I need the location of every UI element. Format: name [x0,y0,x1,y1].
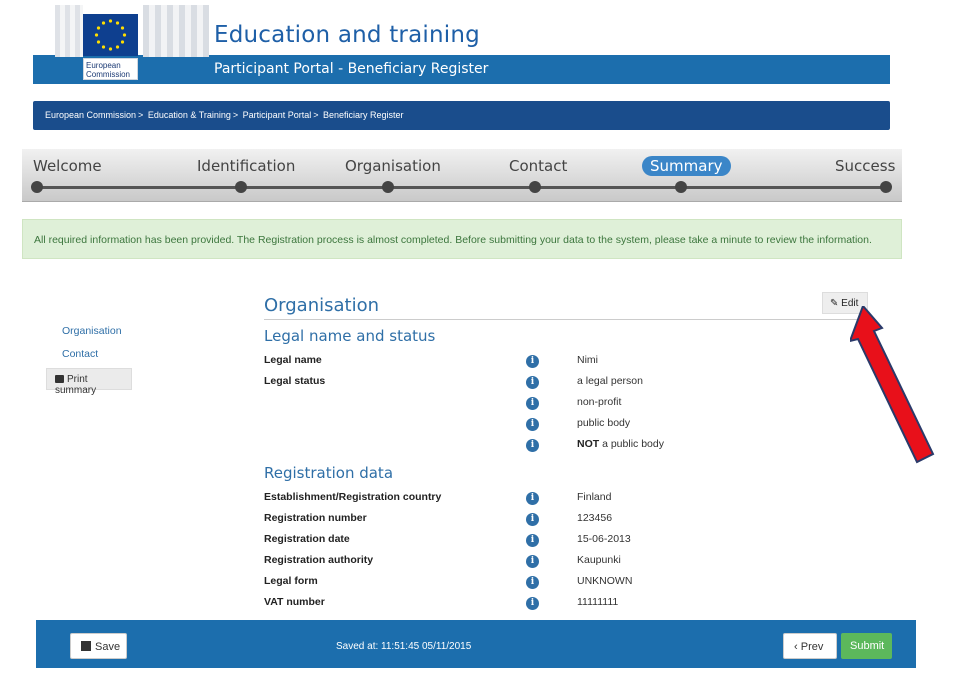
step-dot [31,181,43,193]
registration-section-title: Registration data [264,464,394,482]
info-icon[interactable]: i [526,555,539,568]
info-icon[interactable]: i [526,397,539,410]
print-summary-button[interactable]: Print summary [46,368,132,396]
printer-icon [55,375,64,383]
site-subtitle: Participant Portal - Beneficiary Registe… [214,61,489,77]
info-icon[interactable]: i [526,376,539,389]
step-welcome[interactable]: Welcome [33,157,102,175]
field-label: VAT number [264,596,325,608]
prev-label: Prev [800,641,824,653]
logo-stripes-left [55,5,83,57]
action-footer: Save Saved at: 11:51:45 05/11/2015 ‹ Pre… [36,620,916,668]
step-identification[interactable]: Identification [197,157,295,175]
save-button[interactable]: Save [70,633,127,659]
submit-button[interactable]: Submit [841,633,892,659]
breadcrumb-separator: > [232,110,239,120]
prev-button[interactable]: ‹ Prev [783,633,837,659]
field-label: Legal form [264,575,318,587]
field-value: Finland [577,491,612,503]
step-contact[interactable]: Contact [509,157,567,175]
step-organisation[interactable]: Organisation [345,157,441,175]
field-value: 11111111 [577,596,619,608]
info-icon[interactable]: i [526,576,539,589]
saved-status: Saved at: 11:51:45 05/11/2015 [336,641,472,652]
field-label: Establishment/Registration country [264,491,442,503]
info-icon[interactable]: i [526,534,539,547]
field-label: Legal name [264,354,322,366]
site-title: Education and training [214,22,480,48]
breadcrumb-separator: > [313,110,319,120]
field-value-emphasis: NOT [577,438,600,450]
field-value: non-profit [577,396,622,408]
logo-text-line2: Commission [86,70,131,79]
breadcrumb: European Commission > Education & Trainin… [33,101,890,130]
logo-text: European Commission [83,58,138,80]
field-value: UNKNOWN [577,575,633,587]
step-success[interactable]: Success [835,157,895,175]
site-header: European Commission Education and traini… [33,0,890,85]
field-label: Legal status [264,375,326,387]
field-label: Registration date [264,533,350,545]
field-value: Nimi [577,354,598,366]
legal-section-title: Legal name and status [264,327,436,345]
field-value: NOT a public body [577,438,664,450]
logo-stripes-right [143,5,209,57]
annotation-arrow-icon [850,306,935,464]
floppy-disk-icon [81,641,91,651]
field-label: Registration authority [264,554,374,566]
chevron-left-icon: ‹ [794,641,798,653]
info-icon[interactable]: i [526,439,539,452]
breadcrumb-item[interactable]: Education & Training [148,110,231,120]
field-value: 15-06-2013 [577,533,631,545]
field-value: 123456 [577,512,613,524]
wizard-steps: Welcome Identification Organisation Cont… [22,149,902,202]
sidebar-link-organisation[interactable]: Organisation [62,325,122,337]
steps-track [36,186,886,189]
step-dot [675,181,687,193]
info-icon[interactable]: i [526,513,539,526]
field-value: Kaupunki [577,554,621,566]
step-dot [880,181,892,193]
section-title: Organisation [264,295,380,316]
ec-logo[interactable]: European Commission [55,3,220,81]
breadcrumb-item[interactable]: Participant Portal [243,110,312,120]
info-icon[interactable]: i [526,597,539,610]
step-dot [529,181,541,193]
field-value-rest: a public body [599,438,664,450]
step-dot [382,181,394,193]
info-icon[interactable]: i [526,418,539,431]
breadcrumb-item[interactable]: Beneficiary Register [323,110,404,120]
section-divider [264,319,866,320]
step-dot [235,181,247,193]
page: European Commission Education and traini… [0,0,960,676]
pencil-icon: ✎ [830,298,839,309]
success-alert: All required information has been provid… [22,219,902,259]
field-value: a legal person [577,375,643,387]
sidebar-link-contact[interactable]: Contact [62,348,98,360]
logo-text-line1: European [86,61,121,70]
field-label: Registration number [264,512,367,524]
breadcrumb-item[interactable]: European Commission [45,110,136,120]
field-value: public body [577,417,631,429]
info-icon[interactable]: i [526,492,539,505]
info-icon[interactable]: i [526,355,539,368]
step-summary[interactable]: Summary [642,156,731,176]
eu-flag-icon [83,14,138,56]
save-label: Save [95,641,121,653]
breadcrumb-separator: > [138,110,144,120]
